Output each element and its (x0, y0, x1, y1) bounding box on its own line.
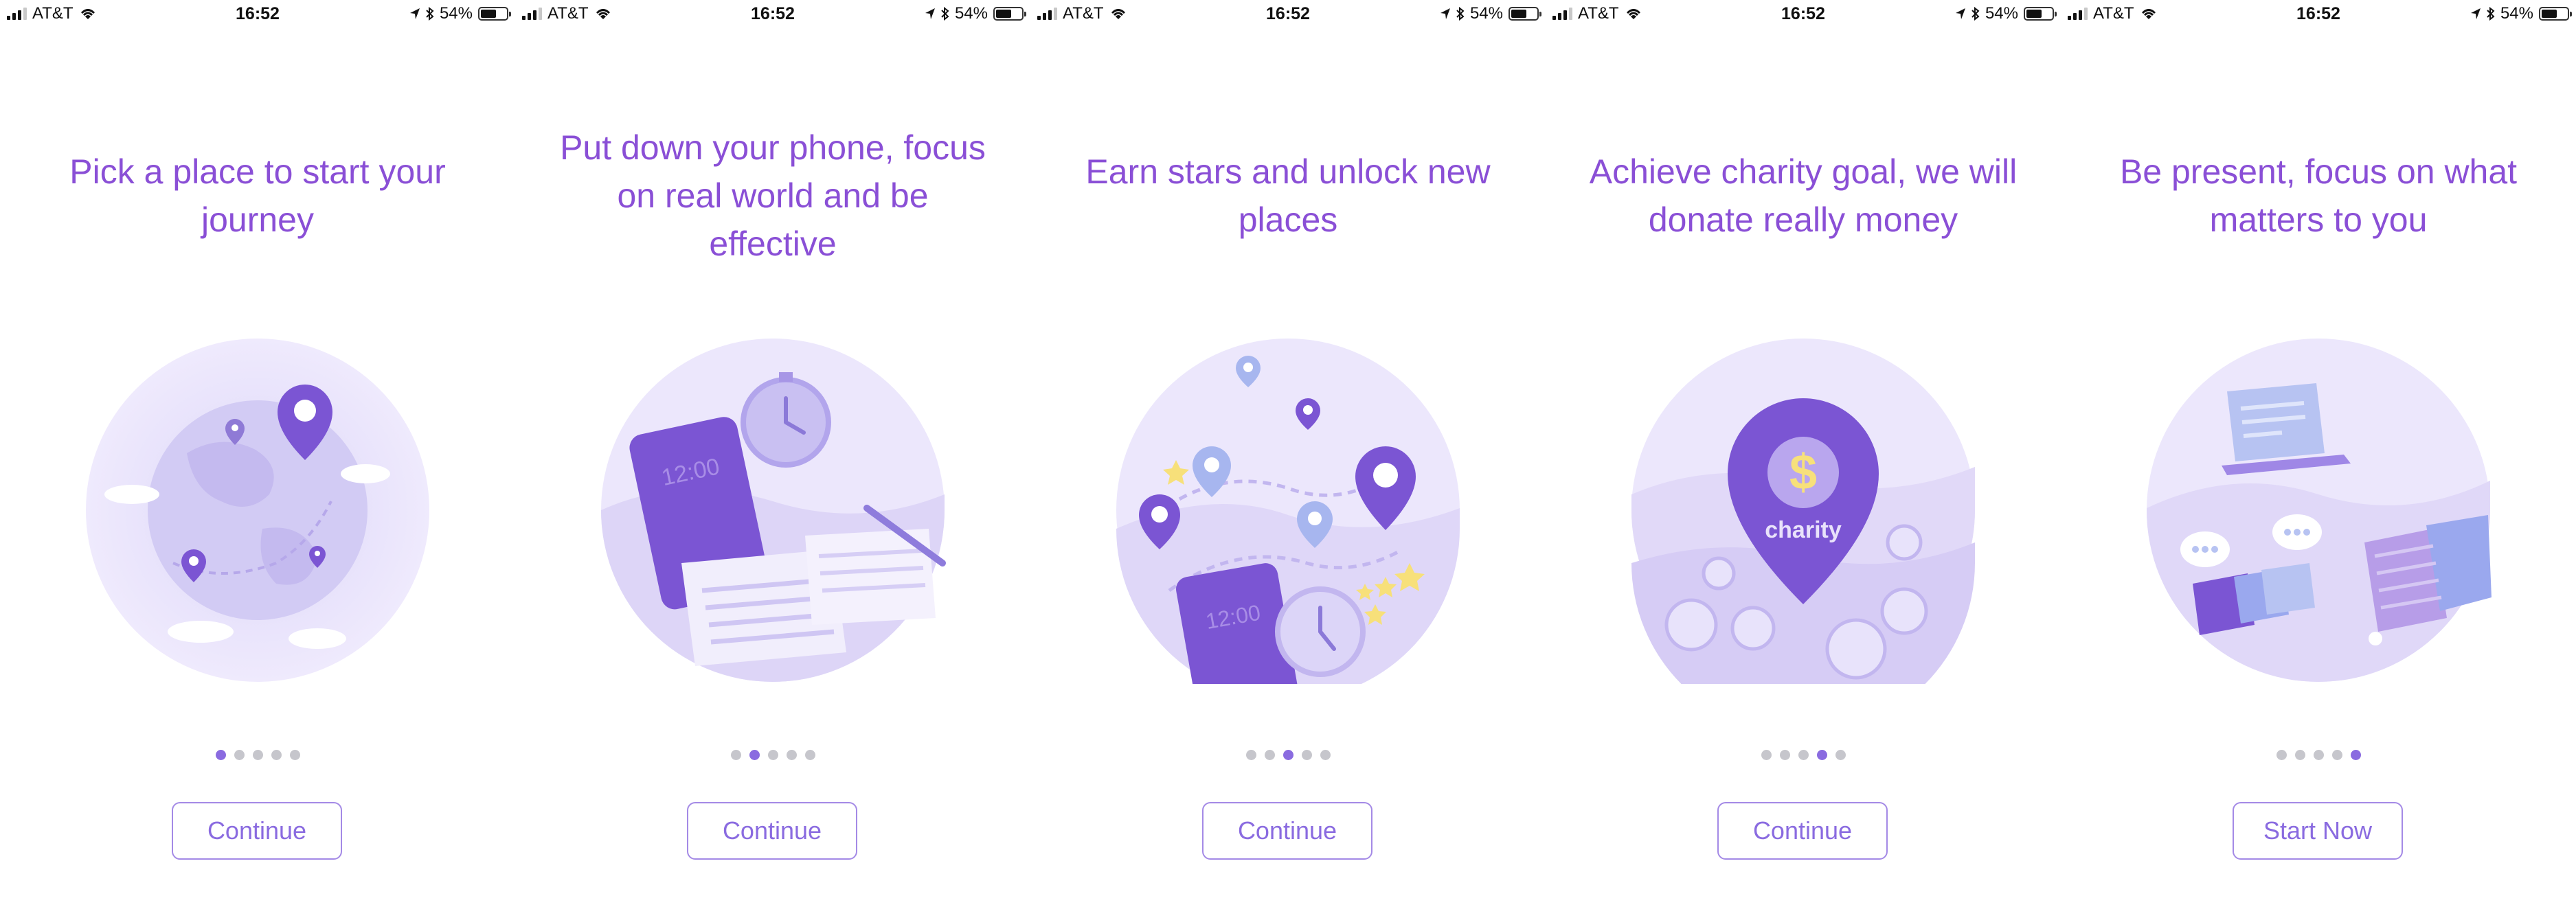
page-dot (786, 750, 797, 760)
bluetooth-icon (426, 7, 434, 21)
page-dot (2313, 750, 2324, 760)
page-dot (1798, 750, 1809, 760)
onboarding-screen-5: AT&T 16:52 54% Be present, focus on what… (2061, 0, 2576, 916)
page-dot (234, 750, 245, 760)
page-dot-active (215, 750, 226, 760)
status-bar: AT&T 16:52 54% (2061, 0, 2576, 27)
page-dot-active (1283, 750, 1293, 760)
location-arrow-icon (2470, 8, 2481, 19)
status-bar: AT&T 16:52 54% (515, 0, 1030, 27)
status-bar: AT&T 16:52 54% (0, 0, 515, 27)
page-dot (1264, 750, 1275, 760)
page-dot (1779, 750, 1790, 760)
page-indicator (0, 750, 515, 760)
page-dot (289, 750, 300, 760)
status-bar: AT&T 16:52 54% (1546, 0, 2061, 27)
bluetooth-icon (1456, 7, 1465, 21)
start-now-button[interactable]: Start Now (2233, 802, 2403, 860)
continue-button[interactable]: Continue (1717, 802, 1888, 860)
page-dot-active (2350, 750, 2361, 760)
continue-button[interactable]: Continue (172, 802, 342, 860)
continue-button[interactable]: Continue (1202, 802, 1372, 860)
location-arrow-icon (1955, 8, 1965, 19)
onboarding-title: Be present, focus on what matters to you (2119, 152, 2518, 239)
page-dot (271, 750, 282, 760)
page-dot (2294, 750, 2305, 760)
page-dot (1301, 750, 1312, 760)
page-dot-active (1816, 750, 1827, 760)
location-arrow-icon (925, 8, 935, 19)
page-dot (1761, 750, 1772, 760)
battery-icon (1509, 7, 1541, 21)
page-dot (767, 750, 778, 760)
page-dot (1835, 750, 1846, 760)
page-indicator (1546, 750, 2061, 760)
battery-percent: 54% (954, 4, 988, 23)
battery-percent: 54% (1469, 4, 1503, 23)
battery-percent: 54% (439, 4, 473, 23)
bluetooth-icon (941, 7, 949, 21)
onboarding-title: Achieve charity goal, we will donate rea… (1589, 152, 2018, 239)
phone-stopwatch-illustration: 12:00 (601, 339, 946, 682)
page-dot-active (749, 750, 760, 760)
battery-percent: 54% (1985, 4, 2018, 23)
page-indicator (1030, 750, 1546, 760)
page-dot (730, 750, 741, 760)
page-dot (804, 750, 815, 760)
location-arrow-icon (1440, 8, 1450, 19)
globe-illustration (86, 339, 429, 682)
page-dot (252, 750, 263, 760)
bluetooth-icon (1971, 7, 1980, 21)
page-dot (1320, 750, 1331, 760)
location-arrow-icon (409, 8, 420, 19)
page-indicator (2061, 750, 2576, 760)
onboarding-title: Pick a place to start your journey (69, 152, 446, 239)
map-stars-illustration: 12:00 (1116, 339, 1460, 684)
battery-icon (478, 7, 511, 21)
battery-icon (993, 7, 1026, 21)
continue-button[interactable]: Continue (687, 802, 857, 860)
onboarding-screen-3: AT&T 16:52 54% Earn stars and unlock new… (1030, 0, 1546, 916)
dollar-icon: $ (1789, 445, 1817, 500)
speech-bubble-icon (2180, 531, 2230, 567)
speech-bubble-icon (2272, 514, 2322, 550)
ball-icon (2369, 632, 2382, 645)
status-bar: AT&T 16:52 54% (1030, 0, 1546, 27)
charity-illustration: $ charity (1631, 339, 1975, 684)
laptop-coffee-illustration (2147, 339, 2492, 682)
charity-label: charity (1765, 517, 1842, 543)
onboarding-screen-1: AT&T 16:52 54% Pick a place to start you… (0, 0, 515, 916)
battery-icon (2024, 7, 2057, 21)
page-dot (1245, 750, 1256, 760)
onboarding-screen-4: AT&T 16:52 54% Achieve charity goal, we … (1546, 0, 2061, 916)
battery-icon (2539, 7, 2572, 21)
page-dot (2331, 750, 2342, 760)
page-indicator (515, 750, 1030, 760)
page-dot (2276, 750, 2287, 760)
onboarding-screen-2: AT&T 16:52 54% Put down your phone, focu… (515, 0, 1030, 916)
onboarding-title: Earn stars and unlock new places (1085, 152, 1491, 239)
stopwatch-icon (1275, 586, 1366, 677)
bluetooth-icon (2487, 7, 2495, 21)
onboarding-title: Put down your phone, focus on real world… (560, 128, 986, 263)
battery-percent: 54% (2500, 4, 2533, 23)
